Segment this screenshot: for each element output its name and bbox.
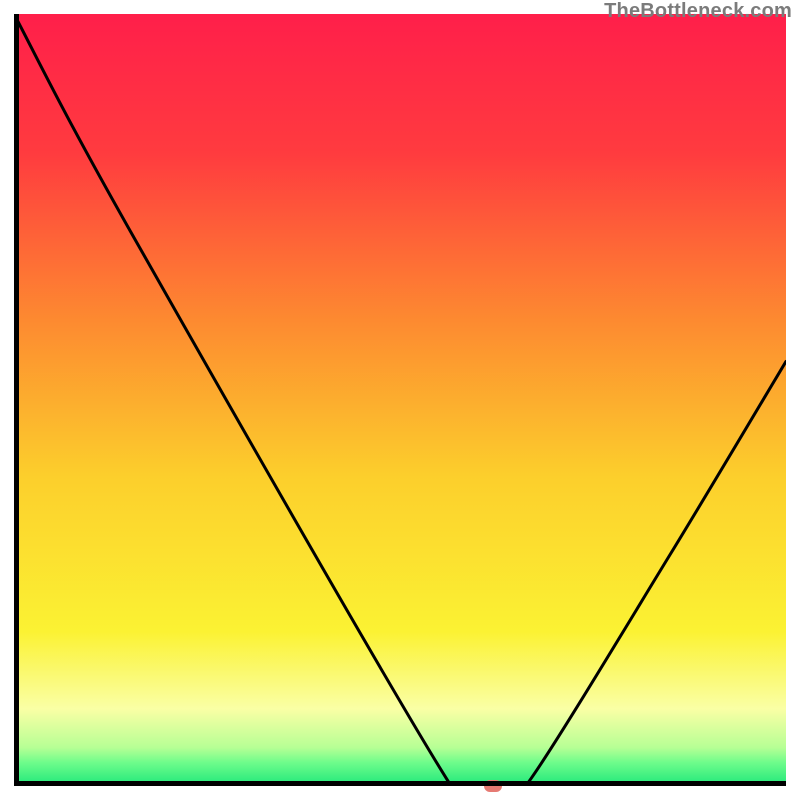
watermark-text: TheBottleneck.com [604, 0, 792, 23]
chart-stage: TheBottleneck.com [0, 0, 800, 800]
curve-layer [14, 14, 786, 786]
y-axis [14, 14, 19, 786]
bottleneck-curve [14, 14, 786, 786]
plot-area [14, 14, 786, 786]
x-axis [14, 781, 786, 786]
